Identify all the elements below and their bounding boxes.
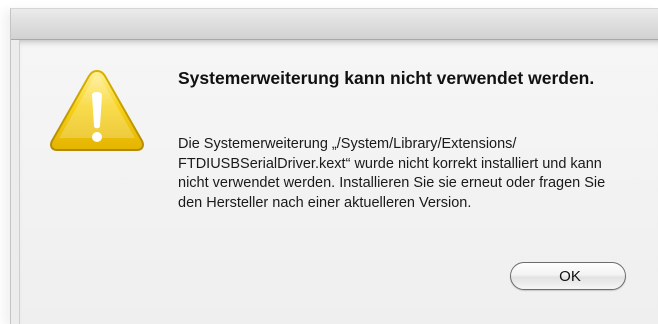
warning-triangle-icon	[50, 69, 144, 151]
alert-title: Systemerweiterung kann nicht verwendet w…	[178, 68, 595, 88]
alert-message: Die Systemerweiterung „/System/Library/E…	[178, 136, 606, 211]
window-titlebar	[11, 9, 658, 40]
ok-button[interactable]: OK	[510, 262, 626, 290]
ok-button-label: OK	[559, 268, 581, 285]
screenshot-page: Systemerweiterung kann nicht verwendet w…	[0, 0, 658, 324]
